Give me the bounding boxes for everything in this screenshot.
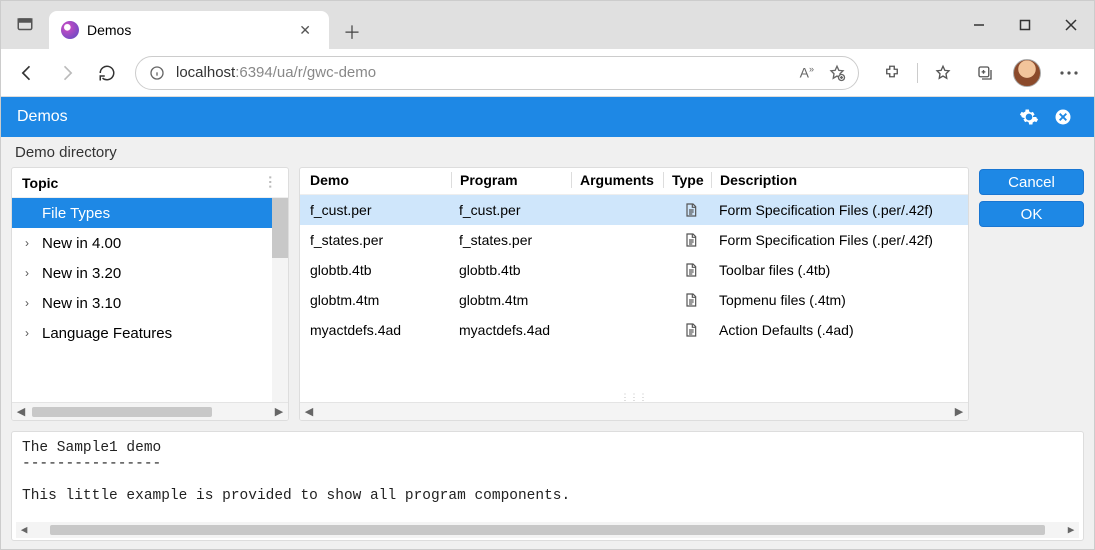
cell-description: Topmenu files (.4tm) xyxy=(711,292,962,308)
chevron-right-icon[interactable]: › xyxy=(20,326,34,340)
address-bar: localhost:6394/ua/r/gwc-demo A» xyxy=(1,49,1094,97)
topic-tree[interactable]: File Types › New in 4.00 › New in 3.20 › New i… xyxy=(12,198,288,402)
app-title: Demos xyxy=(17,108,68,126)
table-row[interactable]: globtb.4tbglobtb.4tb Toolbar files (.4tb) xyxy=(300,255,968,285)
detail-line: This little example is provided to show … xyxy=(22,488,1073,504)
url-input[interactable]: localhost:6394/ua/r/gwc-demo A» xyxy=(135,56,859,90)
tree-item-label: New in 3.20 xyxy=(42,265,121,282)
cell-program: globtm.4tm xyxy=(451,292,571,308)
window-maximize-button[interactable] xyxy=(1002,5,1048,45)
col-header-arguments[interactable]: Arguments xyxy=(571,172,663,188)
demo-grid-panel: Demo Program Arguments Type Description … xyxy=(299,167,969,421)
site-info-icon[interactable] xyxy=(148,65,166,81)
tab-favicon xyxy=(61,21,79,39)
tree-item[interactable]: › New in 3.10 xyxy=(12,288,272,318)
cell-description: Form Specification Files (.per/.42f) xyxy=(711,232,962,248)
cell-type-icon xyxy=(663,322,711,338)
settings-icon[interactable] xyxy=(1014,102,1044,132)
window-close-button[interactable] xyxy=(1048,5,1094,45)
table-row[interactable]: globtm.4tmglobtm.4tm Topmenu files (.4tm) xyxy=(300,285,968,315)
tab-title: Demos xyxy=(87,22,131,38)
cell-description: Form Specification Files (.per/.42f) xyxy=(711,202,962,218)
detail-hscroll[interactable]: ◀ ▶ xyxy=(16,522,1079,538)
browser-tab[interactable]: Demos ✕ xyxy=(49,11,329,49)
collections-icon[interactable] xyxy=(968,56,1002,90)
cell-program: globtb.4tb xyxy=(451,262,571,278)
topic-hscroll[interactable]: ◀ ▶ xyxy=(12,402,288,420)
table-row[interactable]: f_states.perf_states.per Form Specificati… xyxy=(300,225,968,255)
tree-item-label: New in 3.10 xyxy=(42,295,121,312)
detail-line: ---------------- xyxy=(22,456,1073,472)
new-tab-button[interactable]: ＋ xyxy=(335,15,369,49)
tree-item-label: File Types xyxy=(42,205,110,222)
cell-type-icon xyxy=(663,232,711,248)
page-subtitle: Demo directory xyxy=(1,137,1094,167)
table-row[interactable]: myactdefs.4admyactdefs.4ad Action Default… xyxy=(300,315,968,345)
window-minimize-button[interactable] xyxy=(956,5,1002,45)
cell-type-icon xyxy=(663,262,711,278)
col-header-description[interactable]: Description xyxy=(711,172,962,188)
tree-item-label: New in 4.00 xyxy=(42,235,121,252)
tree-item[interactable]: › Language Features xyxy=(12,318,272,348)
detail-line: The Sample1 demo xyxy=(22,440,1073,456)
forward-button[interactable] xyxy=(49,55,85,91)
app-header: Demos xyxy=(1,97,1094,137)
favorites-icon[interactable] xyxy=(926,56,960,90)
detail-pane: The Sample1 demo ---------------- This l… xyxy=(11,431,1084,541)
col-header-type[interactable]: Type xyxy=(663,172,711,188)
tab-actions-icon[interactable] xyxy=(1,16,49,34)
col-header-program[interactable]: Program xyxy=(451,172,571,188)
cancel-button[interactable]: Cancel xyxy=(979,169,1084,195)
cell-demo: f_states.per xyxy=(306,232,451,248)
detail-line xyxy=(22,472,1073,488)
favorite-icon[interactable] xyxy=(828,64,846,82)
grid-body[interactable]: f_cust.perf_cust.per Form Specification F… xyxy=(300,195,968,394)
cell-demo: globtb.4tb xyxy=(306,262,451,278)
grid-resize-handle[interactable]: ⋮⋮⋮ xyxy=(300,394,968,402)
window-titlebar: Demos ✕ ＋ xyxy=(1,1,1094,49)
app-close-icon[interactable] xyxy=(1048,102,1078,132)
cell-program: myactdefs.4ad xyxy=(451,322,571,338)
chevron-right-icon[interactable]: › xyxy=(20,296,34,310)
ok-button[interactable]: OK xyxy=(979,201,1084,227)
back-button[interactable] xyxy=(9,55,45,91)
toolbar-separator xyxy=(917,63,918,83)
cell-program: f_cust.per xyxy=(451,202,571,218)
topic-panel: Topic ⋯ File Types › New in 4.00 › New in 3.… xyxy=(11,167,289,421)
cell-description: Action Defaults (.4ad) xyxy=(711,322,962,338)
topic-header: Topic xyxy=(22,175,58,191)
col-header-demo[interactable]: Demo xyxy=(306,172,451,188)
tree-item-label: Language Features xyxy=(42,325,172,342)
profile-avatar[interactable] xyxy=(1010,56,1044,90)
tree-item[interactable]: › New in 4.00 xyxy=(12,228,272,258)
url-text: localhost:6394/ua/r/gwc-demo xyxy=(176,64,790,81)
cell-description: Toolbar files (.4tb) xyxy=(711,262,962,278)
tab-close-button[interactable]: ✕ xyxy=(293,20,317,41)
cell-type-icon xyxy=(663,292,711,308)
tree-item[interactable]: › New in 3.20 xyxy=(12,258,272,288)
grid-hscroll[interactable]: ◀ ▶ xyxy=(300,402,968,420)
chevron-right-icon[interactable]: › xyxy=(20,236,34,250)
chevron-right-icon[interactable]: › xyxy=(20,266,34,280)
topic-menu-icon[interactable]: ⋯ xyxy=(262,175,279,190)
cell-demo: f_cust.per xyxy=(306,202,451,218)
cell-program: f_states.per xyxy=(451,232,571,248)
more-menu-icon[interactable] xyxy=(1052,56,1086,90)
refresh-button[interactable] xyxy=(89,55,125,91)
cell-demo: myactdefs.4ad xyxy=(306,322,451,338)
cell-type-icon xyxy=(663,202,711,218)
tree-item[interactable]: File Types xyxy=(12,198,272,228)
cell-demo: globtm.4tm xyxy=(306,292,451,308)
grid-header-row: Demo Program Arguments Type Description xyxy=(300,168,968,195)
read-aloud-icon[interactable]: A» xyxy=(800,64,814,82)
table-row[interactable]: f_cust.perf_cust.per Form Specification F… xyxy=(300,195,968,225)
extensions-icon[interactable] xyxy=(875,56,909,90)
